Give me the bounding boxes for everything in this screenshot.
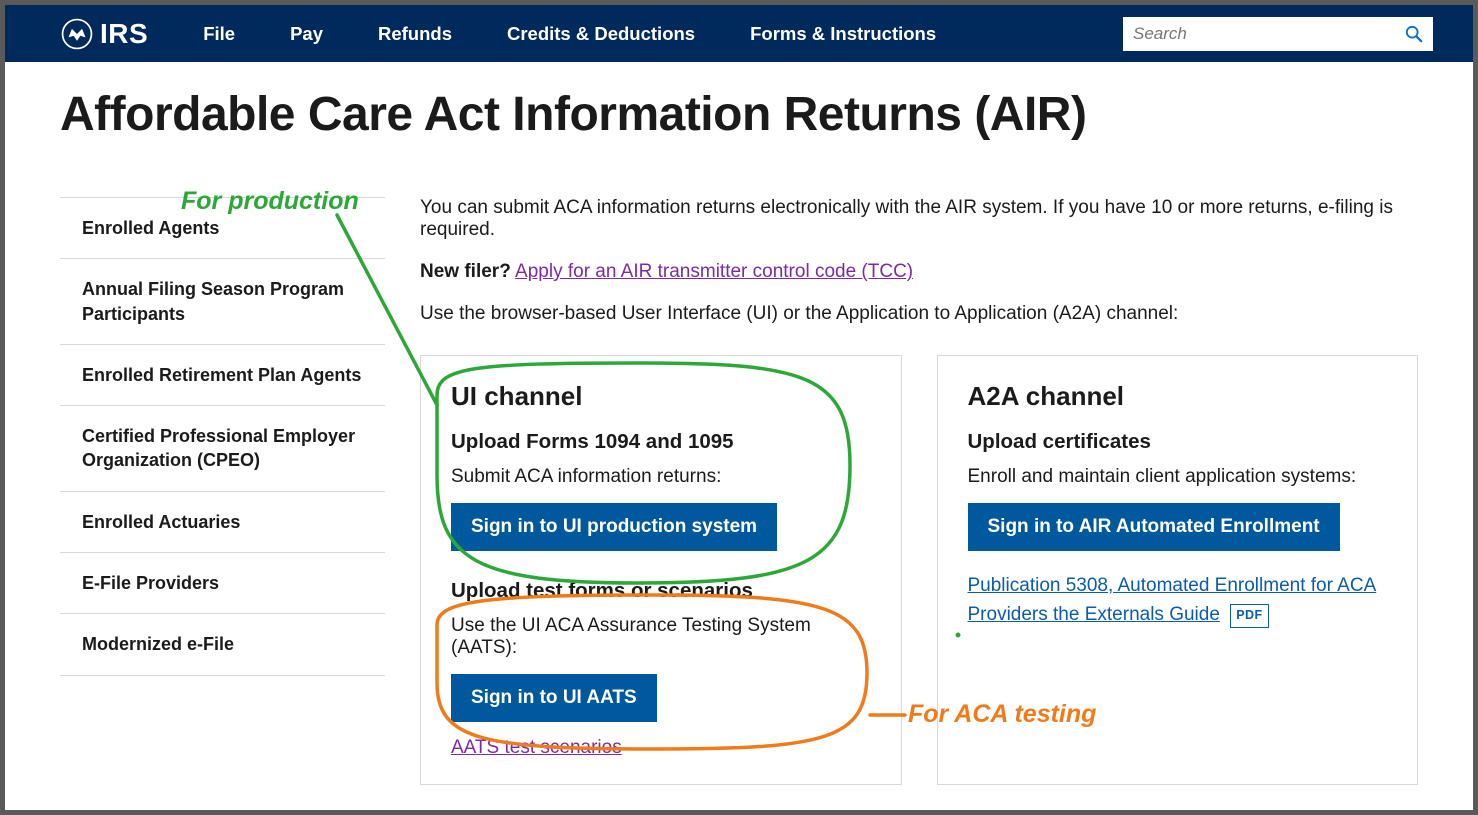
nav-credits[interactable]: Credits & Deductions — [507, 23, 695, 45]
sidebar-item-actuaries[interactable]: Enrolled Actuaries — [60, 492, 385, 553]
search-input[interactable] — [1133, 24, 1405, 44]
intro-text: You can submit ACA information returns e… — [420, 197, 1418, 241]
aats-scenarios-link[interactable]: AATS test scenarios — [451, 737, 622, 759]
sign-in-aats-button[interactable]: Sign in to UI AATS — [451, 674, 657, 722]
main-content: You can submit ACA information returns e… — [420, 197, 1418, 785]
annotation-testing: For ACA testing — [908, 700, 1096, 729]
sidebar-item-erpa[interactable]: Enrolled Retirement Plan Agents — [60, 345, 385, 406]
a2a-cert-heading: Upload certificates — [968, 430, 1388, 454]
new-filer-line: New filer? Apply for an AIR transmitter … — [420, 261, 1418, 283]
sidebar-item-mef[interactable]: Modernized e-File — [60, 614, 385, 675]
ui-upload-forms-heading: Upload Forms 1094 and 1095 — [451, 430, 871, 454]
brand-text: IRS — [100, 18, 148, 50]
sign-in-production-button[interactable]: Sign in to UI production system — [451, 503, 777, 551]
pdf-badge: PDF — [1230, 604, 1269, 627]
annotation-production: For production — [181, 187, 359, 216]
choose-line: Use the browser-based User Interface (UI… — [420, 303, 1418, 325]
sidebar-item-cpeo[interactable]: Certified Professional Employer Organiza… — [60, 406, 385, 492]
ui-upload-desc: Submit ACA information returns: — [451, 466, 871, 488]
ui-channel-card: UI channel Upload Forms 1094 and 1095 Su… — [420, 355, 902, 785]
ui-channel-heading: UI channel — [451, 381, 871, 412]
top-nav: IRS File Pay Refunds Credits & Deduction… — [5, 5, 1473, 62]
nav-forms[interactable]: Forms & Instructions — [750, 23, 936, 45]
publication-5308-link[interactable]: Publication 5308, Automated Enrollment f… — [968, 575, 1377, 625]
ui-test-desc: Use the UI ACA Assurance Testing System … — [451, 615, 871, 659]
nav-pay[interactable]: Pay — [290, 23, 323, 45]
sidebar-item-efile[interactable]: E-File Providers — [60, 553, 385, 614]
irs-eagle-icon — [60, 17, 94, 51]
ui-test-heading: Upload test forms or scenarios — [451, 579, 871, 603]
a2a-cert-desc: Enroll and maintain client application s… — [968, 466, 1388, 488]
nav-refunds[interactable]: Refunds — [378, 23, 452, 45]
nav-file[interactable]: File — [203, 23, 235, 45]
search-icon[interactable] — [1405, 25, 1423, 43]
sidebar: Enrolled Agents Annual Filing Season Pro… — [60, 197, 385, 785]
irs-logo[interactable]: IRS — [60, 17, 148, 51]
new-filer-label: New filer? — [420, 261, 511, 282]
sign-in-automated-enrollment-button[interactable]: Sign in to AIR Automated Enrollment — [968, 503, 1340, 551]
a2a-heading: A2A channel — [968, 381, 1388, 412]
search-box[interactable] — [1123, 17, 1433, 51]
new-filer-link[interactable]: Apply for an AIR transmitter control cod… — [515, 261, 913, 282]
sidebar-item-afsp[interactable]: Annual Filing Season Program Participant… — [60, 259, 385, 345]
page-title: Affordable Care Act Information Returns … — [60, 87, 1418, 142]
